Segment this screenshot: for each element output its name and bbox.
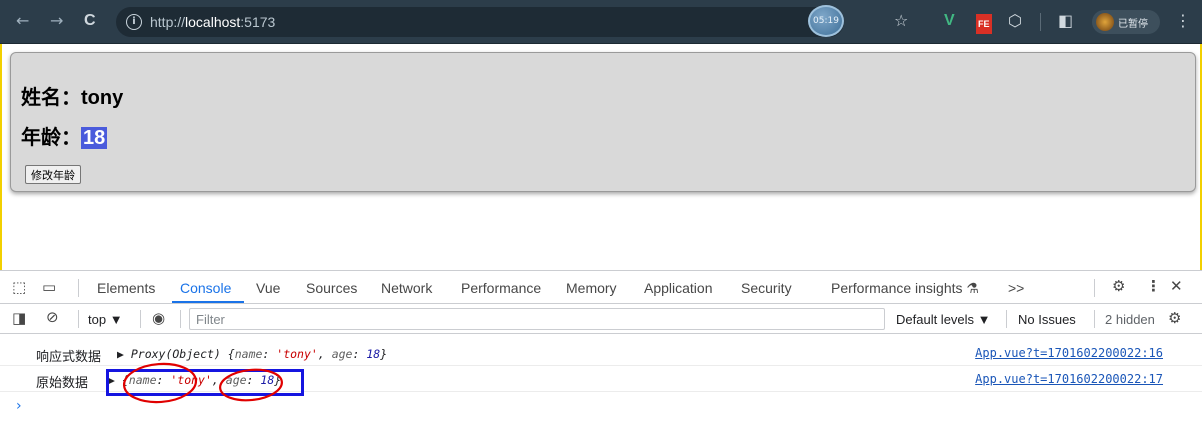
browser-toolbar: ← → C i http://localhost:5173 05:19 ☆ V … [0, 0, 1202, 44]
red-circle-annotations [122, 362, 283, 404]
bookmark-star-icon[interactable]: ☆ [894, 12, 908, 30]
red-circle-age [219, 368, 283, 402]
address-bar[interactable]: i http://localhost:5173 [116, 7, 844, 37]
back-icon[interactable]: ← [16, 12, 29, 30]
profile-status: 已暂停 [1118, 19, 1148, 30]
profile-button[interactable]: 已暂停 [1092, 10, 1160, 34]
age-heading: 年龄： 18 [21, 127, 108, 149]
person-card: 姓名：tony 年龄： 18 修改年龄 [10, 52, 1196, 192]
url-text[interactable]: http://localhost:5173 [150, 14, 275, 30]
age-value: 18 [81, 127, 108, 149]
timer-badge[interactable]: 05:19 [808, 5, 844, 37]
change-age-button[interactable]: 修改年龄 [25, 165, 81, 184]
info-icon[interactable]: i [126, 14, 142, 30]
avatar [1096, 13, 1114, 31]
page-viewport: 姓名：tony 年龄： 18 修改年龄 [0, 44, 1202, 270]
extensions-puzzle-icon[interactable]: ⬡ [1008, 12, 1022, 30]
red-circle-name [122, 362, 198, 404]
vue-devtools-extension-icon[interactable]: V [944, 12, 955, 30]
forward-icon[interactable]: → [50, 12, 63, 30]
menu-kebab-icon[interactable]: ⋮ [1175, 12, 1191, 30]
devtools-panel: ⬚ ▭ Elements Console Vue Sources Network… [0, 270, 1202, 424]
fe-extension-icon[interactable]: FE [976, 14, 992, 34]
side-panel-icon[interactable]: ◧ [1058, 12, 1073, 30]
name-heading: 姓名：tony [21, 87, 124, 109]
toolbar-divider [1040, 13, 1041, 31]
reload-icon[interactable]: C [84, 12, 96, 30]
